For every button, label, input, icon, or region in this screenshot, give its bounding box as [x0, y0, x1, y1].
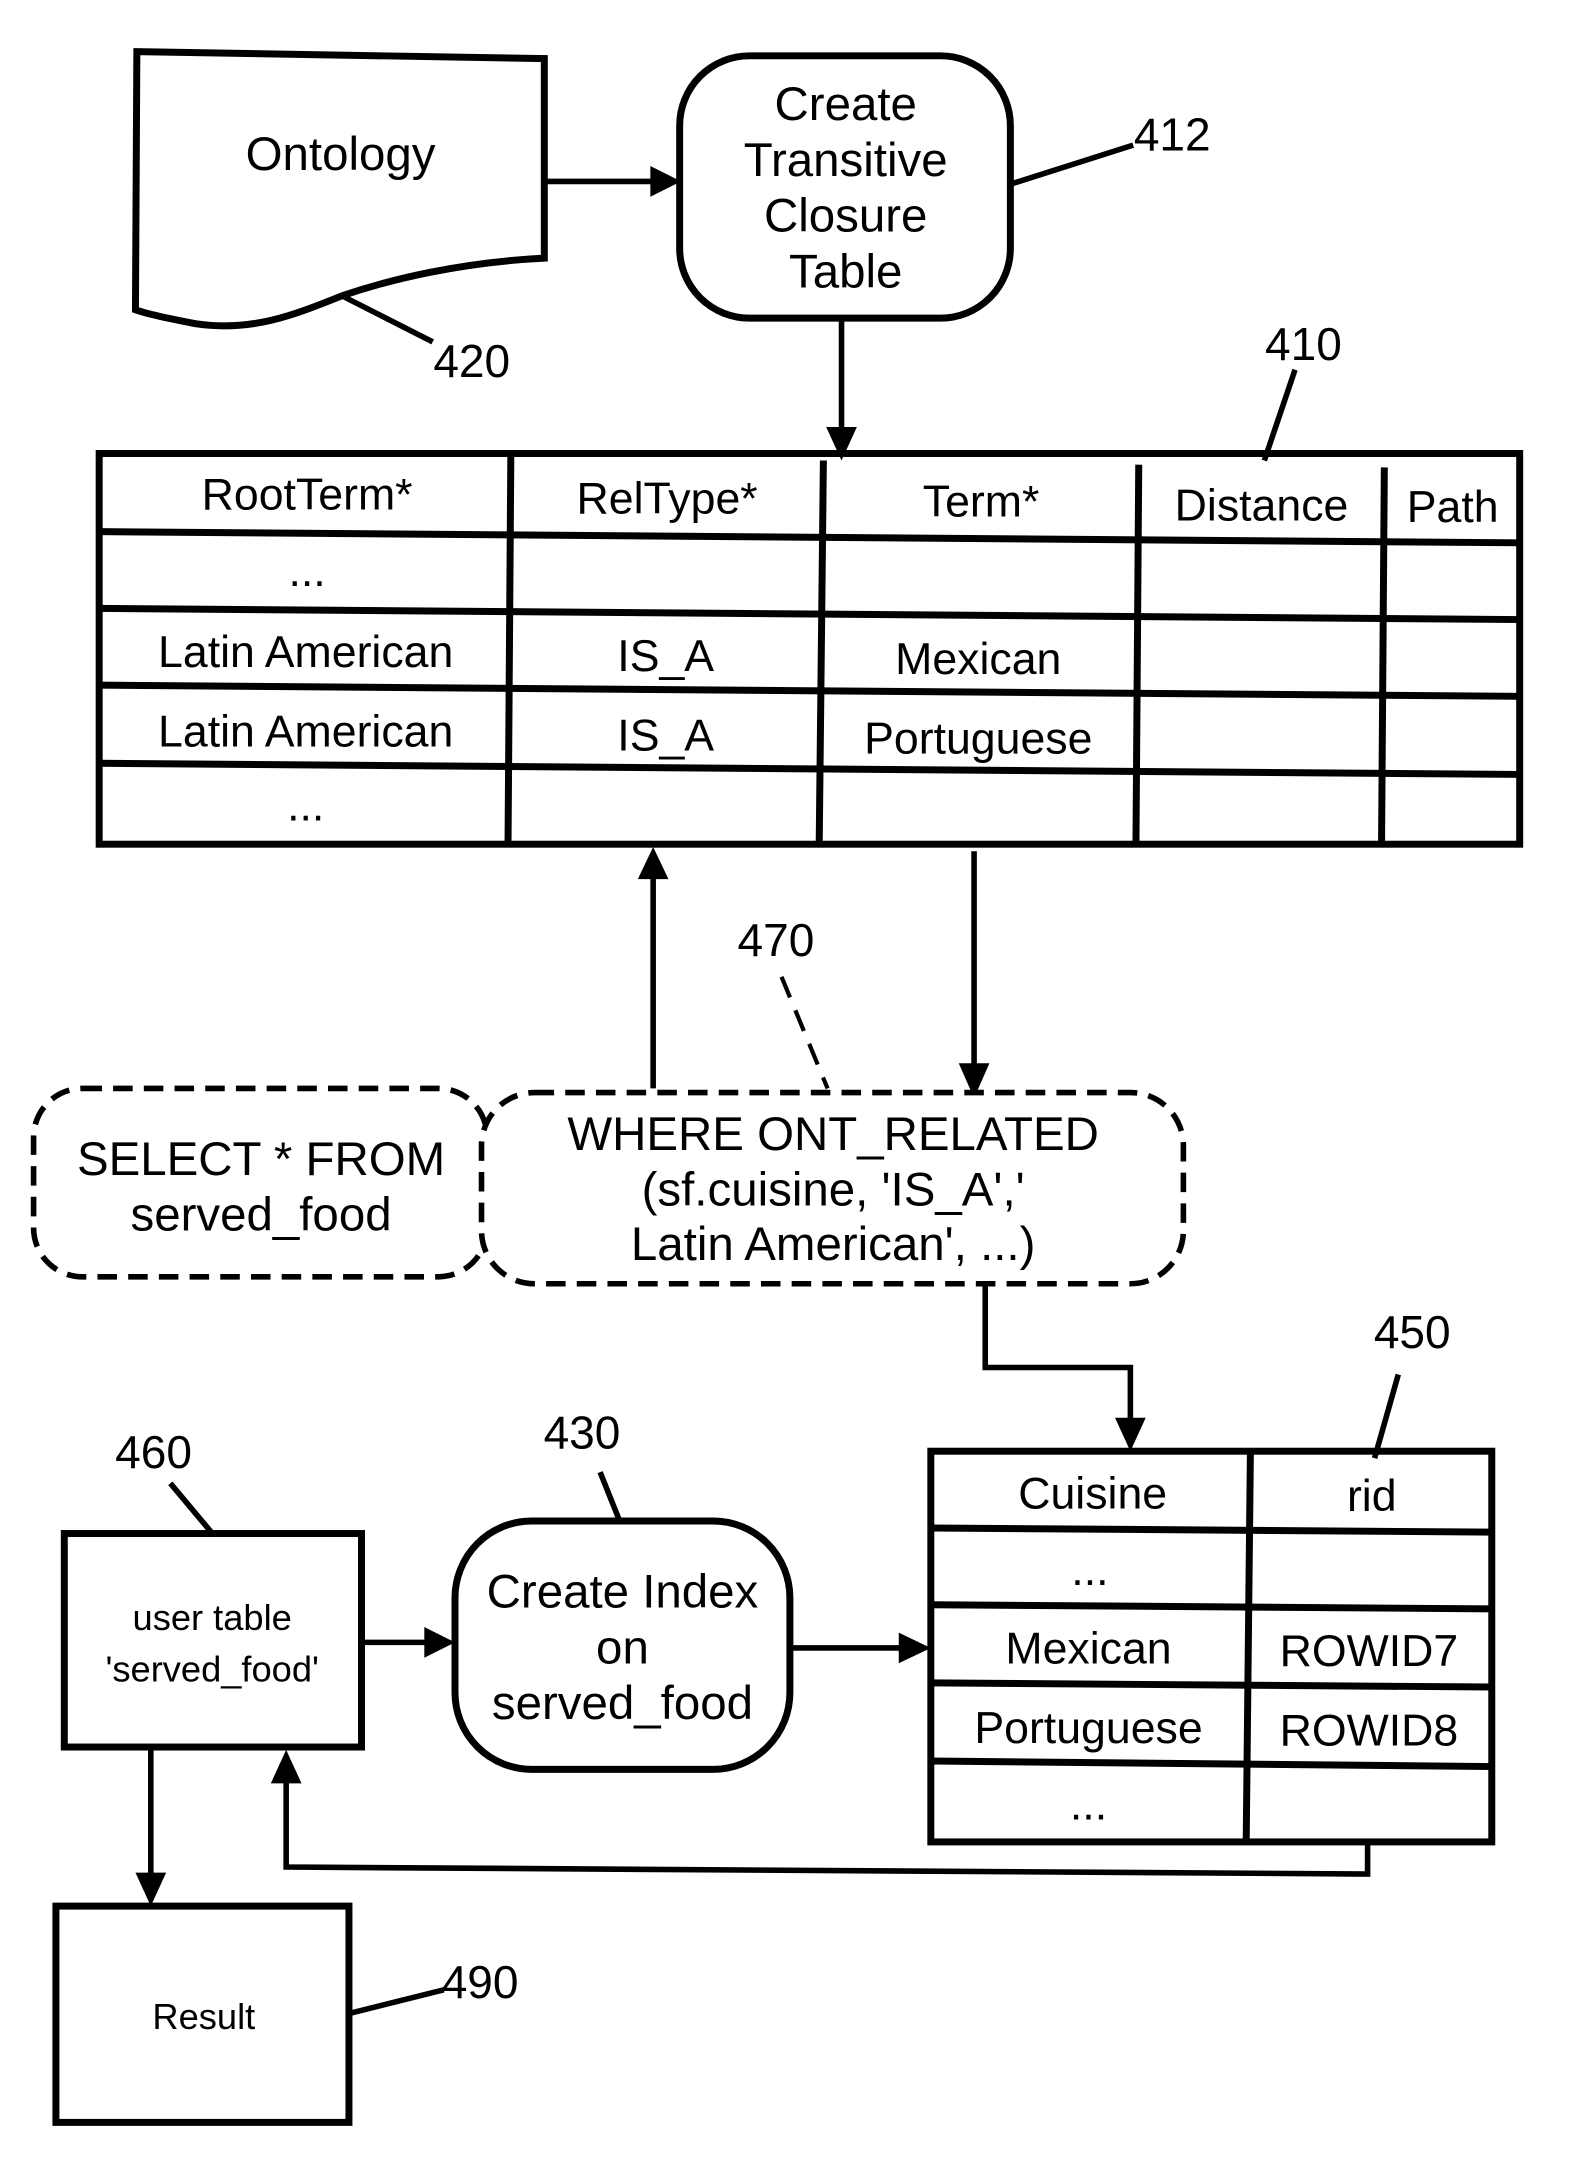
arrowhead-icon — [1115, 1417, 1146, 1452]
closure-header-reltype: RelType* — [577, 475, 758, 524]
arrow-closure-table-to-query — [958, 851, 990, 1099]
closure-header-distance: Distance — [1175, 481, 1349, 530]
create-tc-line-1: Create — [775, 78, 917, 131]
arrow-query-to-index-table — [982, 1283, 1146, 1452]
user-table-box — [60, 1530, 365, 1751]
closure-header-term: Term* — [923, 477, 1040, 526]
arrow-index-table-to-user-table — [270, 1749, 1371, 1877]
create-index-line-1: Create Index — [487, 1565, 759, 1618]
create-index-ref-leader — [597, 1471, 623, 1523]
closure-table-ref-leader — [1261, 368, 1298, 462]
query-ref-leader — [779, 975, 830, 1090]
query-ref: 470 — [738, 914, 815, 966]
create-index-line-2: on — [596, 1621, 649, 1674]
ontology-ref-leader — [340, 293, 434, 345]
ontology-node: Ontology 420 — [131, 48, 548, 387]
index-header-rid: rid — [1347, 1472, 1397, 1521]
create-tc-ref-leader — [1009, 142, 1135, 187]
arrow-create-index-to-index-table — [789, 1632, 931, 1664]
index-cell-cuisine: Portuguese — [974, 1704, 1202, 1753]
closure-table-row: ... — [287, 781, 324, 830]
closure-cell-rootterm: Latin American — [158, 708, 453, 757]
select-line-2: served_food — [130, 1189, 391, 1242]
user-table-ref: 460 — [115, 1426, 192, 1478]
arrow-ontology-to-create-tc — [544, 166, 682, 197]
closure-cell-rootterm: ... — [288, 547, 325, 596]
create-index-node: 430 Create Index on served_food — [451, 1406, 794, 1773]
user-table-line-2: 'served_food' — [105, 1648, 318, 1689]
closure-cell-rootterm: Latin American — [158, 628, 453, 677]
result-ref-leader — [348, 1987, 445, 2017]
create-tc-ref: 412 — [1134, 109, 1211, 161]
where-line-2: (sf.cuisine, 'IS_A',' — [642, 1164, 1025, 1217]
create-index-ref: 430 — [544, 1406, 621, 1458]
arrowhead-icon — [637, 847, 669, 880]
arrow-query-to-closure-table — [637, 847, 669, 1089]
index-cell-cuisine: ... — [1071, 1546, 1108, 1595]
index-cell-cuisine: Mexican — [1005, 1624, 1171, 1673]
index-table-row: ... — [1070, 1781, 1107, 1830]
index-table-row: Portuguese ROWID8 — [974, 1704, 1458, 1756]
ontology-label: Ontology — [246, 128, 436, 181]
closure-header-path: Path — [1407, 483, 1499, 532]
select-line-1: SELECT * FROM — [77, 1133, 445, 1186]
create-index-line-3: served_food — [492, 1677, 753, 1730]
arrowhead-icon — [898, 1632, 931, 1664]
closure-cell-term: Portuguese — [864, 715, 1092, 764]
ontology-document-shape — [131, 48, 548, 330]
index-cell-rid: ROWID7 — [1280, 1627, 1459, 1676]
where-line-3: Latin American', ...) — [631, 1218, 1036, 1271]
index-table-ref: 450 — [1374, 1306, 1451, 1358]
closure-table-row: ... — [288, 547, 325, 596]
result-node: Result 490 — [52, 1902, 519, 2126]
arrowhead-icon — [270, 1749, 302, 1784]
closure-table: 410 RootTerm* RelType* Term* Distance Pa… — [95, 318, 1524, 848]
user-table-ref-leader — [168, 1481, 216, 1537]
arrow-create-tc-to-closure-table — [826, 318, 857, 461]
diagram-canvas: Ontology 420 Create Transitive Closure T… — [30, 48, 1524, 2126]
closure-table-ref: 410 — [1265, 318, 1342, 370]
ontology-ref: 420 — [433, 335, 510, 387]
index-header-cuisine: Cuisine — [1018, 1469, 1167, 1518]
closure-cell-reltype: IS_A — [617, 632, 714, 681]
index-table-row: Mexican ROWID7 — [1005, 1624, 1458, 1676]
closure-cell-term: Mexican — [895, 635, 1061, 684]
user-table-node: 460 user table 'served_food' — [60, 1426, 365, 1751]
index-table-row: ... — [1071, 1546, 1108, 1595]
result-label: Result — [152, 1996, 255, 2037]
closure-table-row: Latin American IS_A Portuguese — [158, 708, 1092, 764]
index-table-ref-leader — [1371, 1373, 1401, 1459]
query-node: 470 SELECT * FROM served_food WHERE ONT_… — [30, 914, 1187, 1287]
create-transitive-closure-node: Create Transitive Closure Table 412 — [676, 52, 1211, 322]
create-tc-line-3: Closure — [764, 190, 927, 243]
arrowhead-icon — [424, 1627, 456, 1658]
arrow-user-table-to-result — [135, 1747, 167, 1907]
where-line-1: WHERE ONT_RELATED — [567, 1108, 1099, 1161]
arrow-user-table-to-create-index — [361, 1627, 456, 1658]
create-tc-line-2: Transitive — [744, 134, 948, 187]
closure-table-row: Latin American IS_A Mexican — [158, 628, 1061, 684]
closure-cell-rootterm: ... — [287, 781, 324, 830]
index-table: 450 Cuisine rid ... Mexican ROWID7 Portu… — [927, 1306, 1496, 1846]
index-cell-rid: ROWID8 — [1280, 1707, 1459, 1756]
user-table-line-1: user table — [133, 1597, 292, 1638]
result-ref: 490 — [442, 1956, 519, 2008]
index-cell-cuisine: ... — [1070, 1781, 1107, 1830]
create-tc-line-4: Table — [789, 245, 902, 298]
arrowhead-icon — [135, 1872, 167, 1907]
closure-cell-reltype: IS_A — [617, 712, 714, 761]
closure-header-rootterm: RootTerm* — [202, 470, 413, 519]
